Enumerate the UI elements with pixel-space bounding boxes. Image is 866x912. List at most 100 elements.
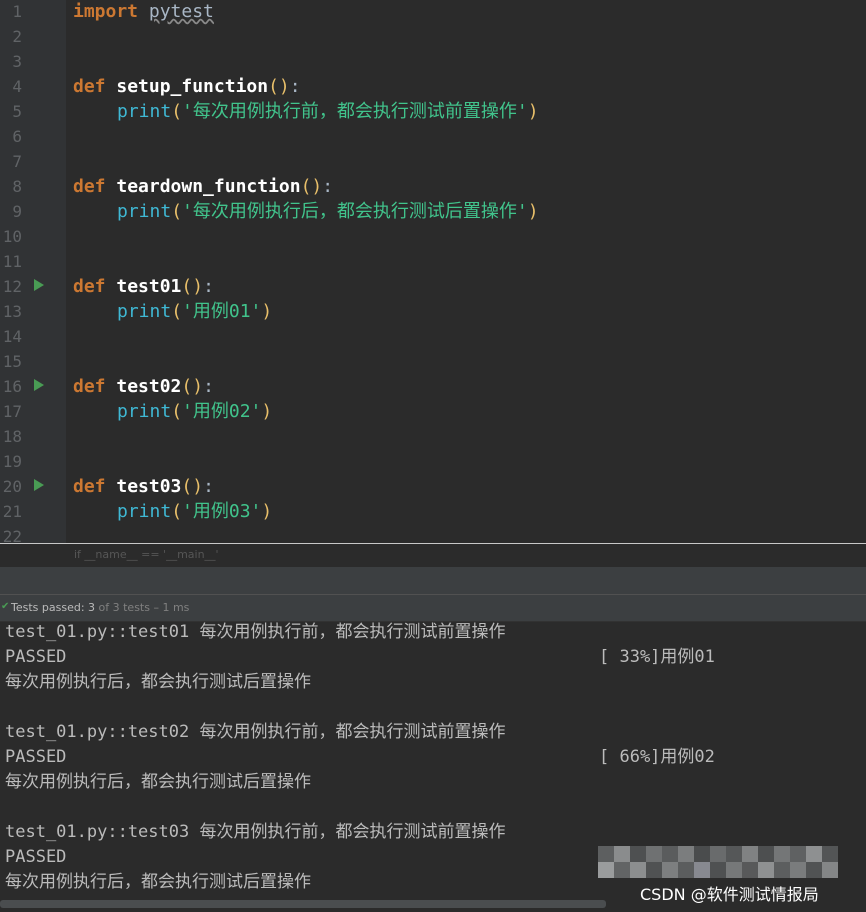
line-number: 14 (2, 327, 22, 346)
parens: () (181, 476, 204, 497)
check-icon: ✔ (1, 601, 10, 612)
breadcrumb[interactable]: if __name__ == '__main__' (0, 543, 866, 567)
paren: ( (171, 301, 183, 322)
code-line-print-teardown: print('每次用例执行后，都会执行测试后置操作') (117, 199, 539, 224)
line-number: 9 (12, 202, 22, 221)
paren: ) (527, 201, 539, 222)
paren: ) (261, 401, 273, 422)
paren: ( (171, 201, 183, 222)
paren: ) (261, 501, 273, 522)
run-test02-icon[interactable] (34, 379, 44, 391)
module-name: pytest (148, 1, 214, 22)
line-number: 21 (2, 502, 22, 521)
run-test01-icon[interactable] (34, 279, 44, 291)
line-number: 5 (12, 102, 22, 121)
function-name: test01 (116, 276, 182, 297)
code-line-print-test01: print('用例01') (117, 299, 272, 324)
tests-passed-text: Tests passed: 3 of 3 tests – 1 ms (11, 601, 189, 614)
paren: ) (261, 301, 273, 322)
line-number: 19 (2, 452, 22, 471)
console-line-progress: [ 33%]用例01 (599, 647, 715, 667)
function-name: test02 (116, 376, 182, 397)
line-number: 18 (2, 427, 22, 446)
code-line-def-test03: def test03(): (73, 474, 214, 499)
watermark: CSDN @软件测试情报局 (640, 885, 819, 904)
string-literal: '用例01' (182, 301, 262, 322)
line-number: 17 (2, 402, 22, 421)
code-editor[interactable]: 1 2 3 4 5 6 7 8 9 10 11 12 13 14 15 16 1… (0, 0, 866, 543)
line-number: 8 (12, 177, 22, 196)
builtin-print: print (117, 401, 172, 422)
paren: ( (171, 101, 183, 122)
keyword: import (73, 1, 139, 22)
code-line-def-setup: def setup_function(): (73, 74, 301, 99)
console-line-passed: PASSED (5, 647, 67, 667)
code-line-def-teardown: def teardown_function(): (73, 174, 333, 199)
code-line-import: import pytest (73, 0, 214, 24)
console-line-passed: PASSED (5, 847, 67, 867)
colon: : (203, 476, 214, 497)
code-line-print-setup: print('每次用例执行前，都会执行测试前置操作') (117, 99, 539, 124)
console-line: 每次用例执行后，都会执行测试后置操作 (5, 872, 311, 892)
console-line-progress: [ 66%]用例02 (599, 747, 715, 767)
horizontal-scrollbar[interactable] (0, 900, 606, 908)
tests-passed-count: Tests passed: 3 (11, 601, 96, 614)
builtin-print: print (117, 301, 172, 322)
string-literal: '每次用例执行后，都会执行测试后置操作' (182, 201, 528, 222)
paren: ( (171, 501, 183, 522)
parens: () (181, 376, 204, 397)
code-line-print-test03: print('用例03') (117, 499, 272, 524)
keyword: def (73, 476, 106, 497)
code-line-def-test01: def test01(): (73, 274, 214, 299)
line-number: 2 (12, 27, 22, 46)
line-number: 22 (2, 527, 22, 543)
function-name: test03 (116, 476, 182, 497)
line-number: 10 (2, 227, 22, 246)
console-line: test_01.py::test01 每次用例执行前，都会执行测试前置操作 (5, 622, 506, 642)
string-literal: '每次用例执行前，都会执行测试前置操作' (182, 101, 528, 122)
line-number: 13 (2, 302, 22, 321)
string-literal: '用例02' (182, 401, 262, 422)
builtin-print: print (117, 101, 172, 122)
keyword: def (73, 176, 106, 197)
console-line: test_01.py::test03 每次用例执行前，都会执行测试前置操作 (5, 822, 506, 842)
string-literal: '用例03' (182, 501, 262, 522)
line-number: 7 (12, 152, 22, 171)
line-number: 4 (12, 77, 22, 96)
line-number: 16 (2, 377, 22, 396)
line-number: 11 (2, 252, 22, 271)
function-name: teardown_function (116, 176, 301, 197)
paren: ) (527, 101, 539, 122)
keyword: def (73, 276, 106, 297)
function-name: setup_function (116, 76, 269, 97)
parens: () (300, 176, 323, 197)
line-gutter: 1 2 3 4 5 6 7 8 9 10 11 12 13 14 15 16 1… (0, 0, 66, 543)
paren: ( (171, 401, 183, 422)
line-number: 1 (12, 2, 22, 21)
parens: () (268, 76, 290, 97)
keyword: def (73, 76, 106, 97)
line-number: 15 (2, 352, 22, 371)
line-number: 3 (12, 52, 22, 71)
console-line: 每次用例执行后，都会执行测试后置操作 (5, 772, 311, 792)
colon: : (203, 376, 214, 397)
line-number: 6 (12, 127, 22, 146)
colon: : (203, 276, 214, 297)
console-line-passed: PASSED (5, 747, 67, 767)
keyword: def (73, 376, 106, 397)
line-number: 20 (2, 477, 22, 496)
run-test03-icon[interactable] (34, 479, 44, 491)
pixelated-overlay (598, 846, 848, 886)
console-line: test_01.py::test02 每次用例执行前，都会执行测试前置操作 (5, 722, 506, 742)
run-tool-window-header[interactable] (0, 567, 866, 595)
test-status-bar: ✔ Tests passed: 3 of 3 tests – 1 ms (0, 595, 866, 622)
code-line-print-test02: print('用例02') (117, 399, 272, 424)
breadcrumb-label: if __name__ == '__main__' (74, 548, 219, 561)
builtin-print: print (117, 201, 172, 222)
parens: () (181, 276, 204, 297)
colon: : (289, 76, 301, 97)
code-line-def-test02: def test02(): (73, 374, 214, 399)
console-line: 每次用例执行后，都会执行测试后置操作 (5, 672, 311, 692)
line-number: 12 (2, 277, 22, 296)
builtin-print: print (117, 501, 172, 522)
